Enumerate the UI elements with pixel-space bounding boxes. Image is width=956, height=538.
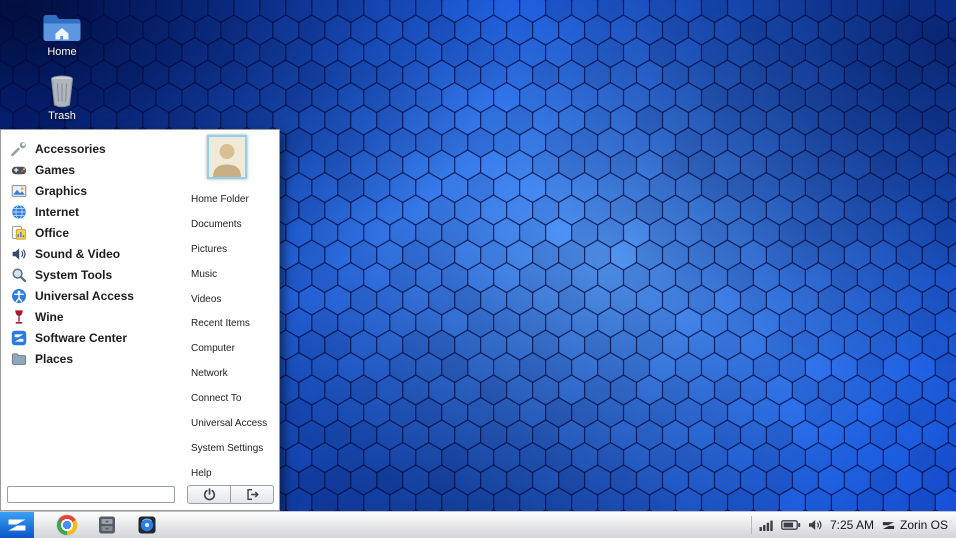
- menu-shortcut-network[interactable]: Network: [189, 361, 277, 386]
- menu-category-label: Internet: [35, 205, 79, 219]
- taskbar-app-media-player[interactable]: [136, 514, 158, 536]
- menu-category-wine[interactable]: Wine: [5, 306, 181, 327]
- menu-category-label: Software Center: [35, 331, 127, 345]
- home-folder-icon: [24, 8, 100, 44]
- tray-separator: [751, 516, 752, 534]
- network-signal-icon[interactable]: [759, 518, 774, 532]
- menu-category-label: Places: [35, 352, 73, 366]
- games-icon: [11, 162, 27, 178]
- menu-category-accessories[interactable]: Accessories: [5, 138, 181, 159]
- system-tray: 7:25 AM Zorin OS: [751, 512, 956, 538]
- office-icon: [11, 225, 27, 241]
- logout-button[interactable]: [230, 485, 274, 504]
- menu-category-sound-video[interactable]: Sound & Video: [5, 243, 181, 264]
- menu-category-label: Games: [35, 163, 75, 177]
- menu-shortcut-home-folder[interactable]: Home Folder: [189, 187, 277, 212]
- accessories-icon: [11, 141, 27, 157]
- menu-shortcut-documents[interactable]: Documents: [189, 212, 277, 237]
- menu-shortcut-videos[interactable]: Videos: [189, 287, 277, 312]
- sound-video-icon: [11, 246, 27, 262]
- power-button[interactable]: [187, 485, 231, 504]
- menu-category-universal-access[interactable]: Universal Access: [5, 285, 181, 306]
- menu-category-label: Sound & Video: [35, 247, 120, 261]
- session-buttons: [187, 485, 274, 504]
- start-button[interactable]: [0, 512, 34, 538]
- media-icon: [137, 515, 157, 535]
- menu-category-places[interactable]: Places: [5, 348, 181, 369]
- menu-category-label: Office: [35, 226, 69, 240]
- taskbar-app-file-cabinet[interactable]: [96, 514, 118, 536]
- chrome-icon: [57, 515, 77, 535]
- desktop-icon-label: Home: [24, 46, 100, 58]
- menu-shortcut-recent-items[interactable]: Recent Items: [189, 311, 277, 336]
- trash-icon: [24, 72, 100, 108]
- taskbar-apps: [56, 514, 158, 536]
- menu-right-column: Home FolderDocumentsPicturesMusicVideosR…: [183, 130, 279, 510]
- menu-category-label: Wine: [35, 310, 64, 324]
- wine-icon: [11, 309, 27, 325]
- zorin-logo-icon: [881, 518, 896, 533]
- menu-shortcut-system-settings[interactable]: System Settings: [189, 436, 277, 461]
- desktop-icon-home[interactable]: Home: [24, 8, 100, 58]
- os-label: Zorin OS: [900, 518, 948, 532]
- menu-shortcut-help[interactable]: Help: [189, 461, 277, 486]
- menu-category-software-center[interactable]: Software Center: [5, 327, 181, 348]
- system-tools-icon: [11, 267, 27, 283]
- menu-category-label: Graphics: [35, 184, 87, 198]
- menu-category-internet[interactable]: Internet: [5, 201, 181, 222]
- menu-shortcut-music[interactable]: Music: [189, 262, 277, 287]
- menu-category-label: Accessories: [35, 142, 106, 156]
- menu-shortcut-universal-access[interactable]: Universal Access: [189, 411, 277, 436]
- taskbar: 7:25 AM Zorin OS: [0, 511, 956, 538]
- volume-icon[interactable]: [808, 518, 823, 532]
- tray-icons: [759, 518, 823, 532]
- places-icon: [11, 351, 27, 367]
- zorin-logo-icon: [5, 513, 29, 537]
- logout-icon: [246, 488, 259, 501]
- menu-categories: Accessories Games Graphics Internet Office So…: [5, 138, 181, 369]
- menu-category-label: System Tools: [35, 268, 112, 282]
- menu-search-input[interactable]: [7, 486, 175, 503]
- desktop-icon-label: Trash: [24, 110, 100, 122]
- start-menu: Accessories Games Graphics Internet Office So…: [0, 129, 280, 511]
- software-center-icon: [11, 330, 27, 346]
- menu-category-games[interactable]: Games: [5, 159, 181, 180]
- cabinet-icon: [97, 515, 117, 535]
- clock: 7:25 AM: [830, 518, 874, 532]
- menu-category-label: Universal Access: [35, 289, 134, 303]
- menu-shortcuts: Home FolderDocumentsPicturesMusicVideosR…: [189, 187, 277, 486]
- screen: Home Trash Accessories Games Graphics Intern…: [0, 0, 956, 538]
- user-avatar[interactable]: [207, 135, 247, 179]
- taskbar-app-chrome-browser[interactable]: [56, 514, 78, 536]
- universal-access-icon: [11, 288, 27, 304]
- desktop-icon-trash[interactable]: Trash: [24, 72, 100, 122]
- power-icon: [203, 488, 216, 501]
- battery-icon[interactable]: [781, 519, 801, 531]
- menu-shortcut-connect-to[interactable]: Connect To: [189, 386, 277, 411]
- graphics-icon: [11, 183, 27, 199]
- menu-category-office[interactable]: Office: [5, 222, 181, 243]
- menu-category-graphics[interactable]: Graphics: [5, 180, 181, 201]
- menu-shortcut-pictures[interactable]: Pictures: [189, 237, 277, 262]
- menu-category-system-tools[interactable]: System Tools: [5, 264, 181, 285]
- os-brand: Zorin OS: [881, 518, 948, 533]
- menu-shortcut-computer[interactable]: Computer: [189, 336, 277, 361]
- internet-icon: [11, 204, 27, 220]
